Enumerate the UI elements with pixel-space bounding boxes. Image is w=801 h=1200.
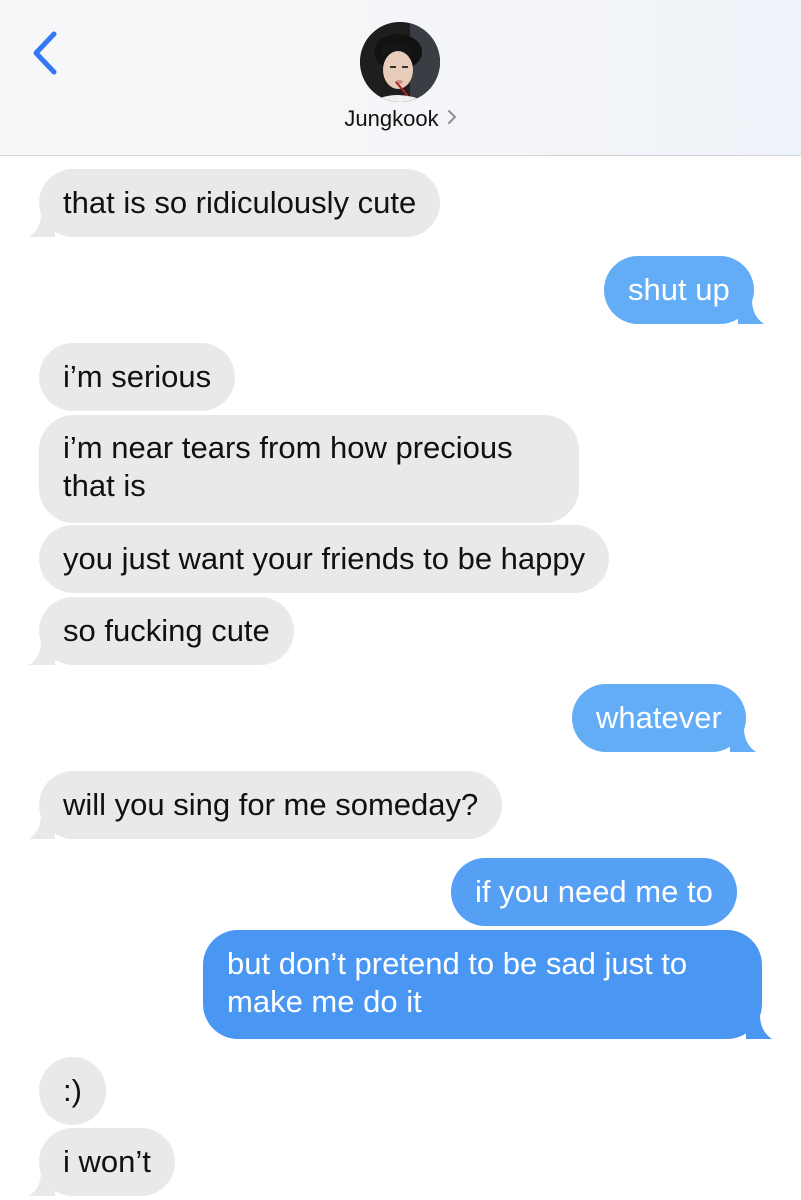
- message-incoming[interactable]: i won’t: [29, 1128, 175, 1196]
- chevron-right-icon: [447, 105, 457, 131]
- message-outgoing[interactable]: but don’t pretend to be sad just to make…: [203, 930, 772, 1039]
- contact-name: Jungkook: [344, 106, 439, 131]
- message-incoming[interactable]: i’m serious: [39, 343, 236, 411]
- message-text-line: that is: [63, 468, 146, 503]
- back-button[interactable]: [26, 28, 66, 78]
- message-text: i won’t: [63, 1144, 151, 1179]
- bubble-tail: [737, 300, 764, 324]
- message-outgoing[interactable]: if you need me to: [451, 858, 737, 926]
- message-text-line: make me do it: [227, 984, 422, 1019]
- bubble-tail: [29, 641, 55, 665]
- message-text: whatever: [596, 700, 722, 735]
- message-outgoing[interactable]: shut up: [604, 256, 764, 324]
- bubble-tail: [29, 213, 55, 237]
- message-incoming[interactable]: that is so ridiculously cute: [29, 169, 441, 237]
- message-incoming[interactable]: you just want your friends to be happy: [39, 525, 610, 593]
- message-text: so fucking cute: [63, 613, 270, 648]
- message-outgoing[interactable]: whatever: [572, 684, 756, 752]
- message-text: :): [63, 1073, 82, 1108]
- message-incoming[interactable]: :): [39, 1057, 106, 1125]
- bubble-tail: [29, 815, 55, 839]
- message-text: shut up: [628, 272, 730, 307]
- message-text: if you need me to: [475, 874, 713, 909]
- message-incoming[interactable]: so fucking cute: [29, 597, 294, 665]
- conversation-header: Jungkook: [0, 0, 801, 156]
- message-text: you just want your friends to be happy: [63, 541, 586, 576]
- bubble-tail: [746, 1015, 772, 1039]
- contact-avatar[interactable]: [360, 22, 440, 102]
- message-text: i’m serious: [63, 359, 212, 394]
- message-incoming[interactable]: will you sing for me someday?: [29, 771, 503, 839]
- message-text-line: but don’t pretend to be sad just to: [227, 946, 688, 981]
- conversation-screen: Jungkook that is so ridiculously cute sh…: [0, 0, 801, 1200]
- message-text: that is so ridiculously cute: [63, 185, 417, 220]
- avatar-photo: [360, 22, 440, 102]
- bubble-tail: [29, 1172, 55, 1196]
- chevron-left-icon: [33, 31, 57, 75]
- bubble-tail: [729, 728, 756, 752]
- message-text-line: i’m near tears from how precious: [63, 430, 513, 465]
- message-text: will you sing for me someday?: [63, 787, 479, 822]
- message-incoming[interactable]: i’m near tears from how precious that is: [39, 415, 579, 523]
- contact-name-button[interactable]: Jungkook: [0, 106, 801, 133]
